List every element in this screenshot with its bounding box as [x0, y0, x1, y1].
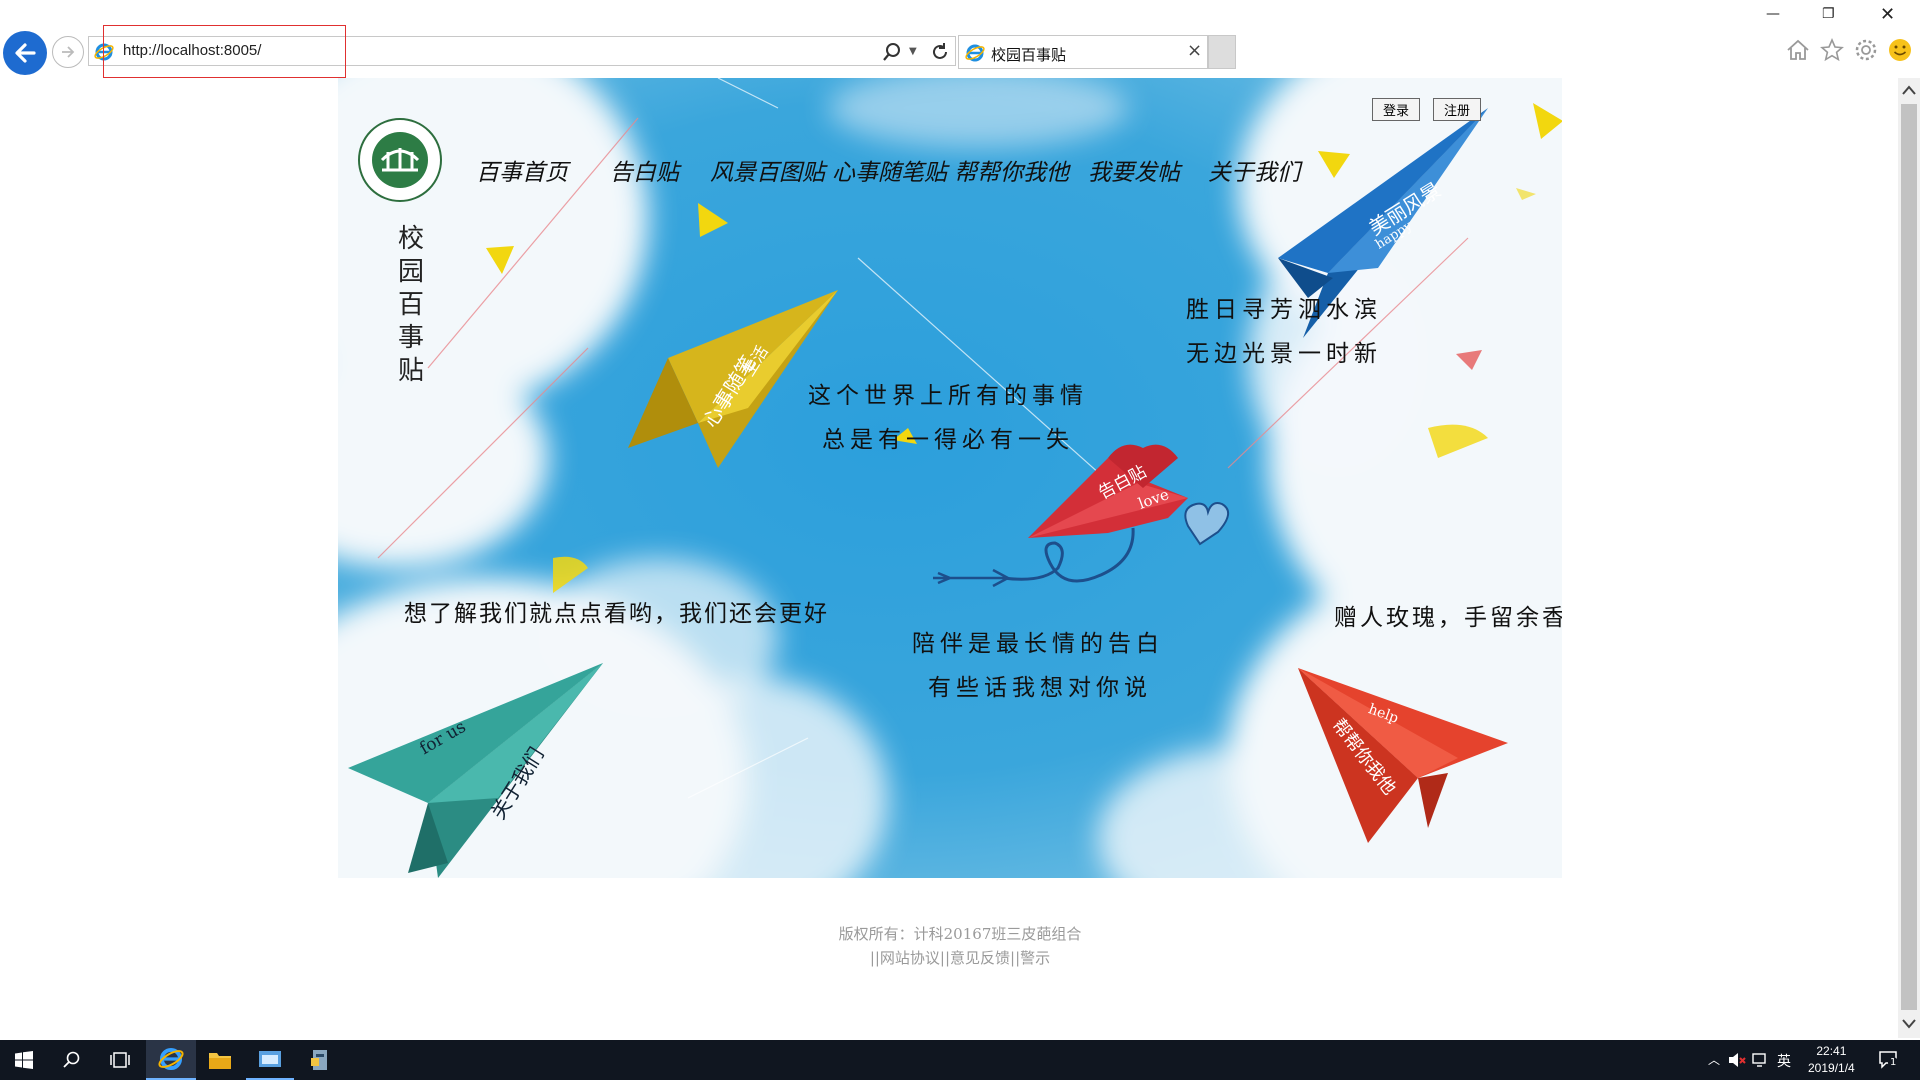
phrase-center-bottom-2: 有些话我想对你说: [928, 675, 1152, 701]
register-button[interactable]: 注册: [1433, 98, 1481, 121]
phrase-right-mid: 赠人玫瑰，手留余香: [1334, 605, 1562, 631]
scroll-down-icon[interactable]: [1902, 1018, 1916, 1030]
scrollbar-thumb[interactable]: [1901, 104, 1917, 1010]
site-title-char: 事: [397, 323, 424, 353]
folder-icon: [209, 1053, 231, 1069]
site-title: 校 园 百 事 贴: [396, 223, 426, 388]
site-title-char: 园: [397, 257, 424, 287]
back-button[interactable]: [3, 31, 47, 75]
phrase-left-mid: 想了解我们就点点看哟，我们还会更好: [404, 601, 829, 627]
refresh-icon[interactable]: [929, 41, 951, 63]
phrase-right-top-1: 胜日寻芳泗水滨: [1186, 297, 1382, 323]
toolbar-icons: [1785, 37, 1913, 63]
nav-post[interactable]: 我要发帖: [1088, 153, 1180, 187]
url-highlight-box: [103, 25, 346, 78]
server-manager-icon: [311, 1050, 327, 1070]
search-icon: [63, 1051, 80, 1068]
login-button[interactable]: 登录: [1372, 98, 1420, 121]
clock-time: 22:41: [1816, 1044, 1847, 1058]
app-window-icon: [259, 1051, 281, 1067]
nav-help[interactable]: 帮帮你我他: [954, 153, 1069, 187]
scroll-up-icon[interactable]: [1902, 84, 1916, 96]
back-arrow-icon: [15, 43, 36, 63]
close-icon[interactable]: ✕: [1880, 4, 1895, 25]
ie-icon: [158, 1047, 184, 1071]
ime-indicator[interactable]: 英: [1777, 1051, 1791, 1071]
phrase-center-top-1: 这个世界上所有的事情: [808, 383, 1088, 409]
tray-chevron-icon[interactable]: ︿: [1708, 1051, 1720, 1068]
forward-button[interactable]: [52, 36, 84, 68]
tab-close-icon[interactable]: ×: [1187, 41, 1202, 61]
nav-scenery[interactable]: 风景百图贴: [710, 153, 825, 187]
site-title-char: 校: [397, 224, 424, 254]
taskbar-explorer[interactable]: [196, 1040, 244, 1080]
taskbar: ︿ 英 22:41 2019/1/4 1: [0, 1040, 1920, 1080]
smiley-feedback-icon[interactable]: [1887, 37, 1913, 63]
footer-copyright: 版权所有：计科20167班三皮葩组合: [838, 925, 1082, 943]
minimize-icon[interactable]: —: [1766, 6, 1780, 22]
search-taskbar-button[interactable]: [48, 1040, 96, 1080]
tab-title: 校园百事贴: [991, 46, 1067, 64]
forward-arrow-icon: [62, 46, 75, 58]
taskbar-app-window[interactable]: [246, 1040, 294, 1080]
nav-confession[interactable]: 告白贴: [610, 153, 679, 187]
clock[interactable]: 22:41 2019/1/4: [1808, 1043, 1855, 1077]
network-icon[interactable]: [1752, 1052, 1770, 1068]
main-nav: 百事首页 告白贴 风景百图贴 心事随笔贴 帮帮你我他 我要发帖 关于我们: [338, 153, 1562, 186]
volume-muted-icon[interactable]: [1728, 1052, 1746, 1068]
start-button[interactable]: [0, 1040, 48, 1080]
clock-date: 2019/1/4: [1808, 1061, 1855, 1075]
home-icon[interactable]: [1785, 37, 1811, 63]
nav-diary[interactable]: 心事随笔贴: [832, 153, 947, 187]
taskbar-server-manager[interactable]: [296, 1040, 344, 1080]
page-footer: 版权所有：计科20167班三皮葩组合 ||网站协议||意见反馈||警示: [0, 922, 1920, 970]
settings-gear-icon[interactable]: [1853, 37, 1879, 63]
restore-icon[interactable]: ❐: [1822, 6, 1835, 22]
footer-links[interactable]: ||网站协议||意见反馈||警示: [870, 949, 1050, 967]
browser-tab[interactable]: 校园百事贴 ×: [958, 35, 1208, 69]
vertical-scrollbar[interactable]: [1898, 78, 1920, 1038]
task-view-icon: [110, 1052, 130, 1068]
search-icon[interactable]: [881, 41, 903, 63]
dropdown-chevron-icon[interactable]: ▼: [909, 46, 917, 57]
browser-chrome: http://localhost:8005/ ▼ 校园百事贴 × — ❐ ✕: [0, 0, 1920, 78]
nav-home[interactable]: 百事首页: [476, 153, 568, 187]
new-tab-button[interactable]: [1208, 35, 1236, 69]
task-view-button[interactable]: [96, 1040, 144, 1080]
nav-about[interactable]: 关于我们: [1208, 153, 1300, 187]
notification-center-button[interactable]: 1: [1878, 1049, 1900, 1071]
taskbar-ie[interactable]: [146, 1040, 196, 1080]
phrase-center-bottom-1: 陪伴是最长情的告白: [912, 631, 1164, 657]
ie-tab-icon: [965, 44, 985, 62]
site-title-char: 贴: [397, 356, 424, 386]
web-page: 校 园 百 事 贴 百事首页 告白贴 风景百图贴 心事随笔贴 帮帮你我他 我要发…: [338, 78, 1562, 878]
site-title-char: 百: [397, 290, 424, 320]
favorites-star-icon[interactable]: [1819, 37, 1845, 63]
phrase-right-top-2: 无边光景一时新: [1186, 341, 1382, 367]
phrase-center-top-2: 总是有一得必有一失: [822, 427, 1074, 453]
windows-logo-icon: [15, 1051, 33, 1069]
